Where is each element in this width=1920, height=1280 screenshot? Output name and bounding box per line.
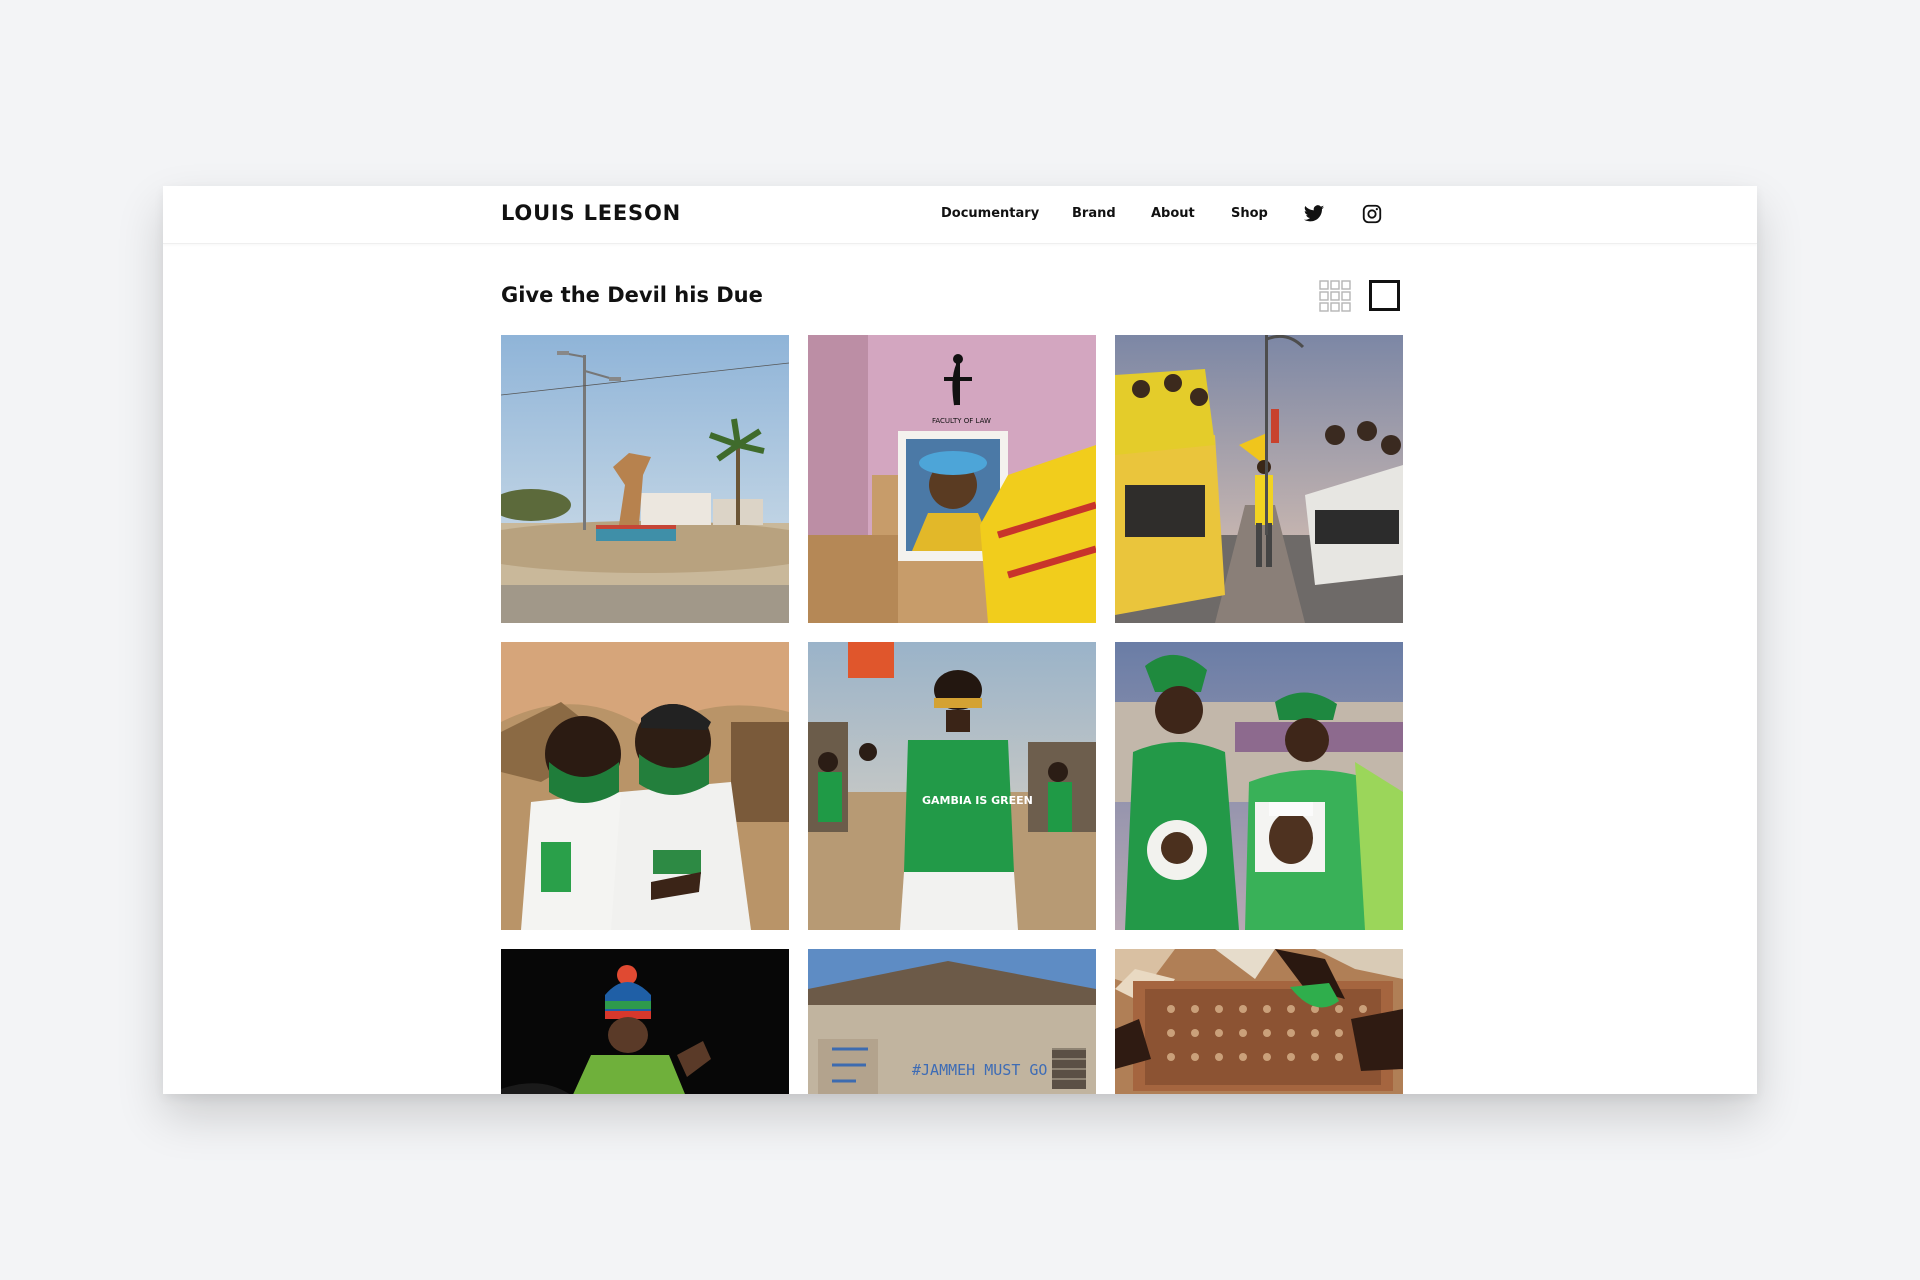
gallery-title: Give the Devil his Due	[501, 283, 763, 307]
photo-masked-youths[interactable]	[501, 642, 789, 930]
photo-roundabout-statue[interactable]	[501, 335, 789, 623]
photo-text: FACULTY OF LAW	[932, 417, 991, 425]
browser-window: LOUIS LEESON Documentary Brand About Sho…	[163, 186, 1757, 1094]
photo-text: GAMBIA IS GREEN	[922, 794, 1033, 807]
photo-faculty-of-law-portrait[interactable]: FACULTY OF LAW	[808, 335, 1096, 623]
photo-man-in-bobble-hat[interactable]	[501, 949, 789, 1094]
photo-gambia-is-green[interactable]: GAMBIA IS GREEN	[808, 642, 1096, 930]
single-view-icon[interactable]	[1369, 280, 1400, 311]
site-logo[interactable]: LOUIS LEESON	[501, 201, 681, 225]
twitter-icon[interactable]	[1303, 203, 1325, 225]
photo-yellow-rally-convoy[interactable]	[1115, 335, 1403, 623]
nav-brand[interactable]: Brand	[1072, 206, 1116, 221]
nav-about[interactable]: About	[1151, 206, 1195, 221]
site-header: LOUIS LEESON Documentary Brand About Sho…	[163, 186, 1757, 244]
photo-text: #JAMMEH MUST GO	[912, 1061, 1047, 1079]
photo-board-game-hands[interactable]	[1115, 949, 1403, 1094]
nav-shop[interactable]: Shop	[1231, 206, 1268, 221]
nav-documentary[interactable]: Documentary	[941, 206, 1039, 221]
instagram-icon[interactable]	[1361, 203, 1383, 225]
photo-women-in-green[interactable]	[1115, 642, 1403, 930]
photo-graffiti-wall[interactable]: #JAMMEH MUST GO	[808, 949, 1096, 1094]
grid-view-icon[interactable]	[1319, 280, 1351, 312]
